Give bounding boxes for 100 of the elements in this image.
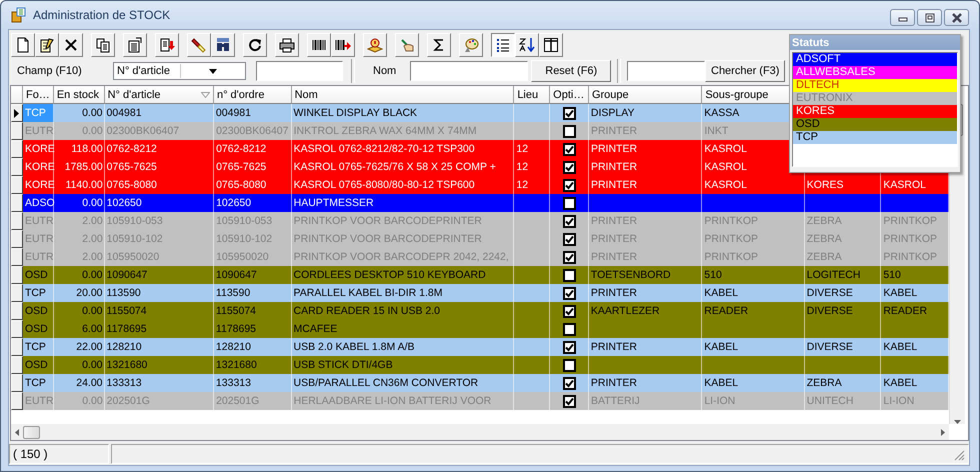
resize-grip-icon: [954, 450, 965, 461]
palette-button[interactable]: [459, 33, 483, 57]
row-header[interactable]: [11, 374, 23, 392]
name-field[interactable]: [410, 61, 528, 81]
barcode-export-button[interactable]: [331, 33, 355, 57]
checkbox[interactable]: [562, 124, 576, 138]
column-header[interactable]: Nom: [292, 86, 514, 104]
row-header[interactable]: [11, 356, 23, 374]
column-header[interactable]: Fo…: [22, 86, 54, 104]
column-header[interactable]: Groupe: [588, 86, 702, 104]
field-dropdown[interactable]: N° d'article: [113, 62, 246, 80]
checkbox[interactable]: [562, 268, 576, 282]
barcode-button[interactable]: [307, 33, 331, 57]
checkbox[interactable]: [562, 376, 576, 390]
row-header[interactable]: [11, 302, 23, 320]
status-item[interactable]: KORES: [793, 105, 957, 118]
table-cell: 202501G: [104, 392, 214, 410]
row-header[interactable]: [11, 230, 23, 248]
table-cell: 0.00: [54, 392, 105, 410]
table-cell: BATTERIJ: [588, 392, 702, 410]
checkbox[interactable]: [562, 106, 576, 120]
sum-button[interactable]: [427, 33, 451, 57]
checkbox[interactable]: [562, 304, 576, 318]
column-header[interactable]: N° d'article: [104, 86, 214, 104]
column-header[interactable]: Opti…: [550, 86, 589, 104]
row-header[interactable]: [11, 122, 23, 140]
checkbox[interactable]: [562, 340, 576, 354]
checkbox[interactable]: [562, 232, 576, 246]
new-button[interactable]: [11, 33, 35, 57]
row-header[interactable]: [11, 320, 23, 338]
columns-button[interactable]: [539, 33, 563, 57]
table-cell: 202501G: [214, 392, 292, 410]
print-button[interactable]: [275, 33, 299, 57]
delete-button[interactable]: [59, 33, 83, 57]
sort-button[interactable]: [515, 33, 539, 57]
row-header[interactable]: [11, 284, 23, 302]
checkbox[interactable]: [562, 196, 576, 210]
cross-icon: [63, 37, 79, 53]
barcode-arrow-icon: [335, 37, 351, 53]
export-button[interactable]: [155, 33, 179, 57]
status-item[interactable]: ADSOFT: [793, 53, 957, 66]
row-header[interactable]: [11, 194, 23, 212]
hand-pen-icon: [399, 37, 415, 53]
checkbox[interactable]: [562, 286, 576, 300]
new-document-icon: [15, 37, 31, 53]
status-item[interactable]: OSD: [793, 118, 957, 131]
close-button[interactable]: [944, 9, 969, 26]
hand-button[interactable]: [395, 33, 419, 57]
copy-button[interactable]: [91, 33, 115, 57]
status-item[interactable]: TCP: [793, 131, 957, 144]
field-label: Champ (F10): [17, 65, 83, 77]
document-list-icon: [127, 37, 143, 53]
row-header[interactable]: [11, 392, 23, 410]
row-header[interactable]: [11, 266, 23, 284]
search-value-field[interactable]: [256, 61, 343, 81]
checkbox[interactable]: [562, 250, 576, 264]
table-cell: HERLAADBARE LI-ION BATTERIJ VOOR: [292, 392, 514, 410]
flashlight-icon: [191, 37, 207, 53]
row-header[interactable]: [11, 140, 23, 158]
refresh-button[interactable]: [243, 33, 267, 57]
checkbox[interactable]: [562, 214, 576, 228]
row-header[interactable]: [11, 212, 23, 230]
column-header[interactable]: Lieu: [514, 86, 550, 104]
alert-button[interactable]: [363, 33, 387, 57]
checkbox[interactable]: [562, 142, 576, 156]
edit-button[interactable]: [35, 33, 59, 57]
close-icon: [950, 12, 964, 24]
properties-button[interactable]: [123, 33, 147, 57]
row-header[interactable]: [11, 158, 23, 176]
search-button[interactable]: [211, 33, 235, 57]
search-button[interactable]: Chercher (F3): [705, 60, 786, 82]
dropdown-arrow-icon: [208, 68, 216, 74]
name-label: Nom: [373, 65, 396, 77]
document-arrow-icon: [159, 37, 175, 53]
maximize-button[interactable]: [917, 9, 942, 26]
row-header[interactable]: [11, 104, 23, 122]
horizontal-scrollbar-thumb[interactable]: [23, 426, 40, 438]
table-cell: LI-ION: [702, 392, 805, 410]
column-header[interactable]: En stock: [54, 86, 105, 104]
search-field[interactable]: [627, 61, 706, 81]
checkbox[interactable]: [562, 394, 576, 408]
scroll-down-icon: [954, 420, 961, 424]
check-icon: [564, 108, 574, 118]
checkbox[interactable]: [562, 178, 576, 192]
column-header[interactable]: n° d'ordre: [214, 86, 292, 104]
status-item[interactable]: DLTECH: [793, 79, 957, 92]
checkbox[interactable]: [562, 322, 576, 336]
app-icon: [11, 7, 27, 23]
list-view-button[interactable]: [491, 33, 515, 57]
table-cell: UNITECH: [804, 392, 882, 410]
flashlight-button[interactable]: [187, 33, 211, 57]
row-header[interactable]: [11, 248, 23, 266]
checkbox[interactable]: [562, 160, 576, 174]
scroll-left-icon: [15, 428, 19, 436]
checkbox[interactable]: [562, 358, 576, 372]
row-header[interactable]: [11, 176, 23, 194]
reset-button[interactable]: Reset (F6): [531, 60, 612, 82]
maximize-icon: [922, 12, 936, 24]
minimize-button[interactable]: [890, 9, 915, 26]
row-header[interactable]: [11, 338, 23, 356]
